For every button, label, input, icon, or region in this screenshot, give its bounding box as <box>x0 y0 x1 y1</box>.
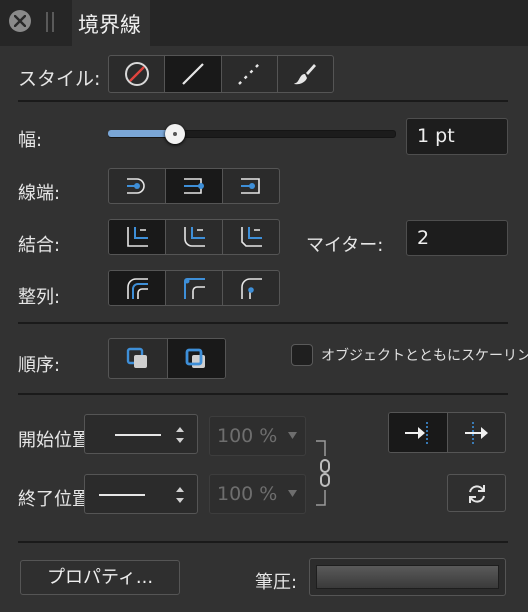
brush-icon <box>294 64 317 85</box>
scale-with-object-label: オブジェクトとともにスケーリング <box>321 348 528 364</box>
start-arrowhead-dropdown[interactable] <box>84 414 198 454</box>
cap-label: 線端: <box>18 183 61 204</box>
align-center-button[interactable] <box>109 271 166 305</box>
join-bevel-button[interactable] <box>223 220 279 254</box>
dashed-line-icon <box>238 63 260 85</box>
style-brush-button[interactable] <box>278 56 333 92</box>
order-segmented-control <box>108 338 226 379</box>
style-none-button[interactable] <box>109 56 166 92</box>
divider <box>18 100 508 102</box>
tab-title: 境界線 <box>78 13 141 37</box>
align-label: 整列: <box>18 287 61 308</box>
style-segmented-control <box>108 55 334 93</box>
pressure-preview <box>316 565 499 589</box>
cap-segmented-control <box>108 168 280 204</box>
line-style-icon <box>115 434 161 436</box>
bevel-join-icon <box>241 227 262 247</box>
style-solid-button[interactable] <box>165 56 222 92</box>
chevron-down-icon <box>288 432 297 439</box>
miter-join-icon <box>127 227 148 247</box>
arrow-position-outside-button[interactable] <box>389 413 448 452</box>
scale-with-object-checkbox[interactable] <box>291 344 313 366</box>
align-outside-icon <box>241 278 262 299</box>
width-slider[interactable] <box>108 124 396 144</box>
join-segmented-control <box>108 219 280 255</box>
divider <box>18 541 508 543</box>
align-inside-icon <box>184 278 205 299</box>
swap-icon <box>469 485 485 503</box>
cap-butt-button[interactable] <box>109 169 166 203</box>
order-stroke-behind-button[interactable] <box>109 339 168 378</box>
divider <box>18 322 508 324</box>
chevron-down-icon <box>288 490 297 497</box>
arrow-inside-icon <box>465 421 489 444</box>
round-cap-icon <box>127 178 145 194</box>
style-label: スタイル: <box>18 68 101 90</box>
round-join-icon <box>184 227 205 247</box>
properties-button[interactable]: プロパティ... <box>20 560 180 595</box>
order-stroke-front-button[interactable] <box>167 339 225 378</box>
align-center-icon <box>127 278 148 299</box>
pressure-label: 筆圧: <box>255 572 298 593</box>
end-size-value: 100 % <box>217 483 278 505</box>
arrow-position-segmented-control <box>388 412 506 453</box>
cap-round-button[interactable] <box>166 169 223 203</box>
align-segmented-control <box>108 270 280 306</box>
swap-arrows-button[interactable] <box>447 474 506 512</box>
width-field[interactable]: 1 pt <box>406 118 508 155</box>
miter-label: マイター: <box>306 235 384 256</box>
no-stroke-icon <box>124 62 149 86</box>
butt-cap-icon <box>184 178 204 194</box>
drag-grip-icon[interactable] <box>46 12 56 32</box>
align-inside-button[interactable] <box>166 271 223 305</box>
divider <box>18 393 508 395</box>
arrow-position-inside-button[interactable] <box>448 413 506 452</box>
end-size-dropdown[interactable]: 100 % <box>209 474 306 514</box>
start-size-dropdown[interactable]: 100 % <box>209 416 306 456</box>
stroke-behind-icon <box>126 347 147 368</box>
stepper-icon <box>176 427 184 443</box>
join-miter-button[interactable] <box>109 220 166 254</box>
join-label: 結合: <box>18 235 61 256</box>
align-outside-button[interactable] <box>223 271 279 305</box>
end-arrowhead-dropdown[interactable] <box>84 474 198 514</box>
line-style-icon <box>99 494 145 496</box>
link-icon[interactable] <box>314 440 336 506</box>
solid-line-icon <box>182 63 204 85</box>
join-round-button[interactable] <box>166 220 223 254</box>
close-icon[interactable] <box>9 10 31 32</box>
slider-knob[interactable] <box>165 124 185 144</box>
cap-square-button[interactable] <box>223 169 279 203</box>
start-size-value: 100 % <box>217 425 278 447</box>
order-label: 順序: <box>18 355 61 376</box>
style-dashed-button[interactable] <box>222 56 278 92</box>
pressure-curve-button[interactable] <box>309 558 506 596</box>
miter-field[interactable]: 2 <box>406 220 508 256</box>
square-cap-icon <box>241 178 260 194</box>
width-label: 幅: <box>18 130 43 151</box>
end-arrow-label: 終了位置 <box>18 489 90 510</box>
arrow-outside-icon <box>404 421 428 444</box>
stepper-icon <box>176 487 184 503</box>
stroke-front-icon <box>185 348 206 368</box>
